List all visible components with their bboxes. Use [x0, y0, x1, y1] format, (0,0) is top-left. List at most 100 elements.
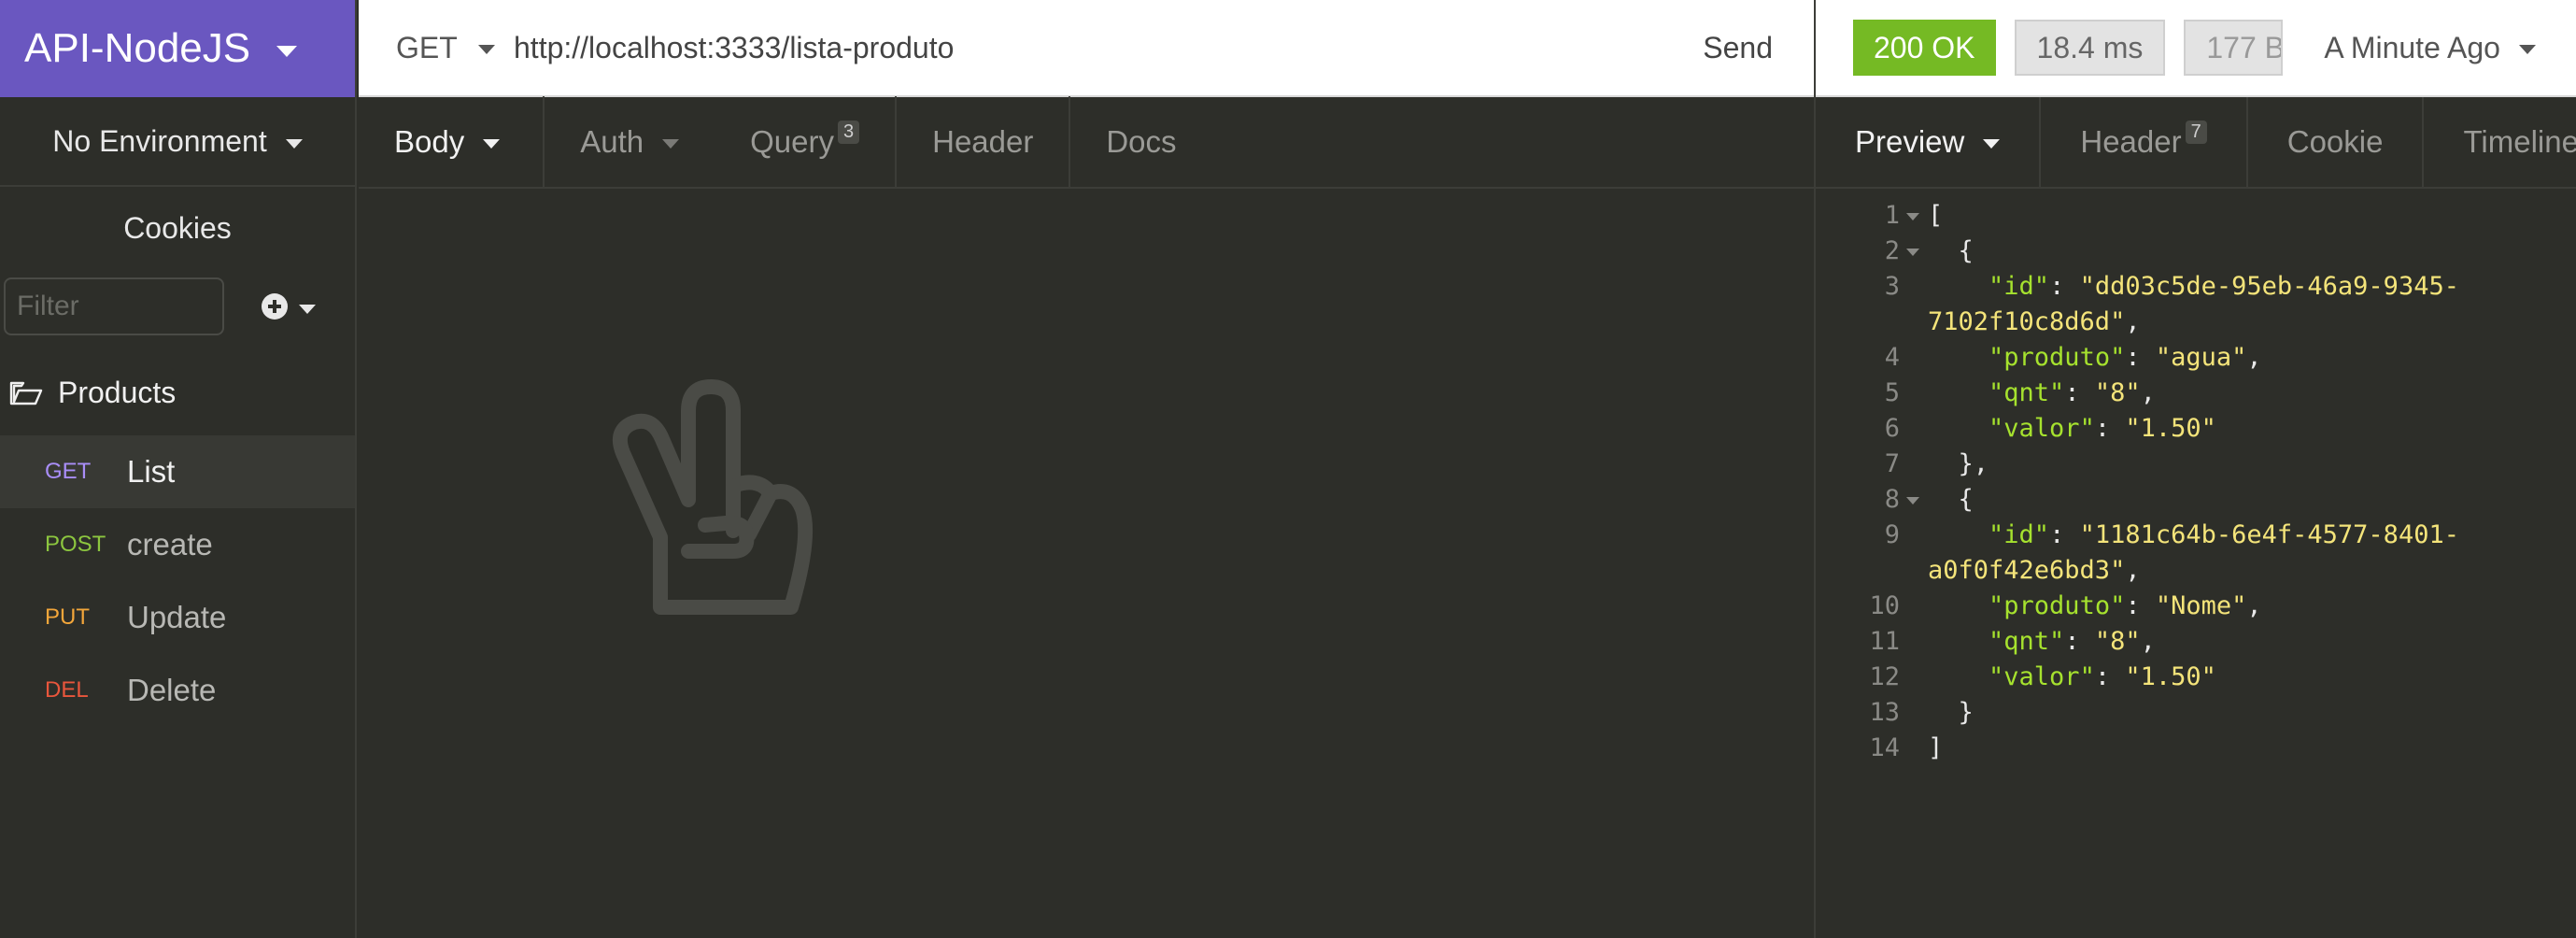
line-number: 1 [1884, 201, 1900, 230]
line-number: 8 [1884, 485, 1900, 514]
json-key: "produto" [1989, 591, 2126, 620]
tab-auth[interactable]: Auth [545, 96, 715, 188]
code-line: 9 "id": "1181c64b-6e4f-4577-8401-a0f0f42… [1816, 518, 2576, 589]
cookies-label: Cookies [123, 210, 232, 245]
json-key: "qnt" [1989, 378, 2065, 407]
chevron-down-icon [1983, 139, 2001, 149]
tab-timeline[interactable]: Timeline [2424, 97, 2576, 187]
method-badge: POST [45, 532, 106, 557]
line-number: 11 [1869, 627, 1900, 656]
tab-docs[interactable]: Docs [1070, 96, 1211, 188]
fold-toggle[interactable] [1900, 482, 1926, 518]
request-name: create [127, 527, 213, 561]
code-line: 1 [ [1816, 198, 2576, 234]
fold-toggle[interactable] [1900, 198, 1926, 234]
code-text: "qnt": "8", [1989, 378, 2156, 407]
request-tabs: Body Auth Query 3 Header Docs [359, 96, 1814, 189]
code-text: }, [1928, 449, 1989, 478]
folder-products[interactable]: Products [0, 349, 355, 435]
request-item-list[interactable]: GET List [0, 435, 355, 508]
request-item-create[interactable]: POST create [0, 508, 355, 581]
json-value: "1.50" [2125, 414, 2216, 443]
status-badge: 200 OK [1853, 20, 1996, 76]
code-line: 13 } [1816, 695, 2576, 731]
sidebar: API-NodeJS No Environment Cookies Produc… [0, 0, 357, 938]
line-number: 4 [1884, 343, 1900, 372]
tab-label: Timeline [2463, 124, 2576, 159]
folder-label: Products [58, 375, 177, 409]
tab-response-header[interactable]: Header 7 [2041, 97, 2248, 187]
chevron-down-icon [477, 45, 495, 54]
tab-cookie[interactable]: Cookie [2248, 97, 2425, 187]
send-button[interactable]: Send [1662, 31, 1814, 65]
environment-label: No Environment [52, 123, 267, 158]
code-line: 10 "produto": "Nome", [1816, 589, 2576, 624]
line-number: 12 [1869, 662, 1900, 691]
response-time-badge: 18.4 ms [2014, 20, 2166, 76]
tab-body[interactable]: Body [359, 96, 545, 188]
tab-label: Cookie [2286, 124, 2384, 159]
code-text: "produto": "Nome", [1989, 591, 2262, 620]
tab-label: Auth [580, 124, 644, 159]
response-size-badge: 177 B [2184, 20, 2284, 76]
tab-label: Header [2080, 124, 2182, 159]
method-badge: PUT [45, 604, 90, 630]
line-number: 6 [1884, 414, 1900, 443]
code-line: 5 "qnt": "8", [1816, 376, 2576, 411]
environment-selector[interactable]: No Environment [0, 97, 355, 187]
json-key: "produto" [1989, 343, 2126, 372]
filter-input[interactable] [4, 277, 224, 335]
response-tabs: Preview Header 7 Cookie Timeline [1816, 97, 2576, 189]
code-line: 6 "valor": "1.50" [1816, 411, 2576, 447]
line-number: 7 [1884, 449, 1900, 478]
peace-hand-icon [613, 379, 814, 615]
request-item-update[interactable]: PUT Update [0, 581, 355, 654]
tab-header[interactable]: Header [897, 96, 1071, 188]
json-key: "valor" [1989, 662, 2095, 691]
tab-label: Body [394, 124, 465, 159]
code-text: "id": "dd03c5de-95eb-46a9-9345-7102f10c8… [1928, 272, 2459, 336]
workspace-title: API-NodeJS [24, 25, 251, 71]
chevron-down-icon [285, 139, 303, 149]
code-line: 7 }, [1816, 447, 2576, 482]
request-item-delete[interactable]: DEL Delete [0, 654, 355, 727]
line-number: 9 [1884, 520, 1900, 549]
code-text: "produto": "agua", [1989, 343, 2262, 372]
fold-arrow-icon [1906, 249, 1919, 256]
code-line: 2 { [1816, 234, 2576, 269]
line-number: 14 [1869, 733, 1900, 762]
workspace-menu[interactable]: API-NodeJS [0, 0, 355, 97]
history-dropdown[interactable]: A Minute Ago [2324, 31, 2536, 65]
add-request-button[interactable] [262, 293, 316, 320]
code-line: 3 "id": "dd03c5de-95eb-46a9-9345-7102f10… [1816, 269, 2576, 340]
method-label: GET [396, 30, 458, 64]
code-line: 4 "produto": "agua", [1816, 340, 2576, 376]
json-value: "agua" [2155, 343, 2247, 372]
json-value: "1.50" [2125, 662, 2216, 691]
tab-query[interactable]: Query 3 [715, 96, 898, 188]
request-body-empty [359, 189, 1814, 938]
json-key: "id" [1989, 520, 2050, 549]
url-input[interactable] [514, 29, 1663, 66]
request-name: List [127, 454, 176, 489]
chevron-down-icon [2518, 45, 2536, 54]
tab-preview[interactable]: Preview [1816, 97, 2042, 187]
method-dropdown[interactable]: GET [359, 31, 514, 65]
code-text: { [1928, 236, 1974, 265]
tab-label: Query [750, 124, 834, 159]
fold-toggle[interactable] [1900, 234, 1926, 269]
json-key: "id" [1989, 272, 2050, 301]
time-ago-label: A Minute Ago [2324, 30, 2500, 64]
cookies-button[interactable]: Cookies [0, 187, 355, 269]
code-line: 14 ] [1816, 731, 2576, 766]
code-text: "qnt": "8", [1989, 627, 2156, 656]
code-line: 8 { [1816, 482, 2576, 518]
line-number: 5 [1884, 378, 1900, 407]
line-number: 10 [1869, 591, 1900, 620]
